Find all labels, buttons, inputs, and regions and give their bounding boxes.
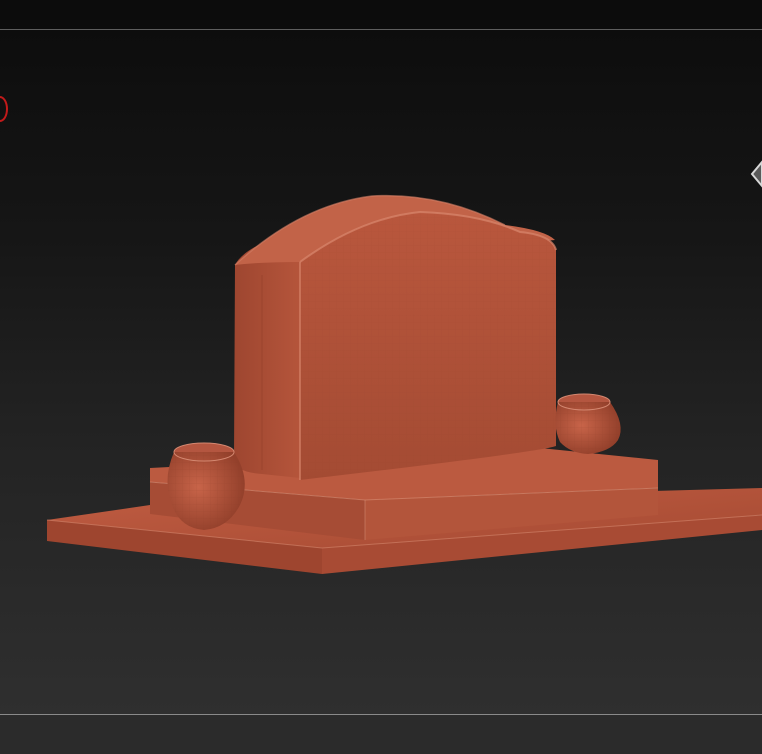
bottom-status-bar xyxy=(0,714,762,754)
app-window xyxy=(0,0,762,754)
top-toolbar xyxy=(0,0,762,30)
right-vase xyxy=(555,393,621,454)
headstone xyxy=(234,194,557,480)
3d-viewport[interactable] xyxy=(0,30,762,714)
gravestone-model[interactable] xyxy=(0,30,762,714)
